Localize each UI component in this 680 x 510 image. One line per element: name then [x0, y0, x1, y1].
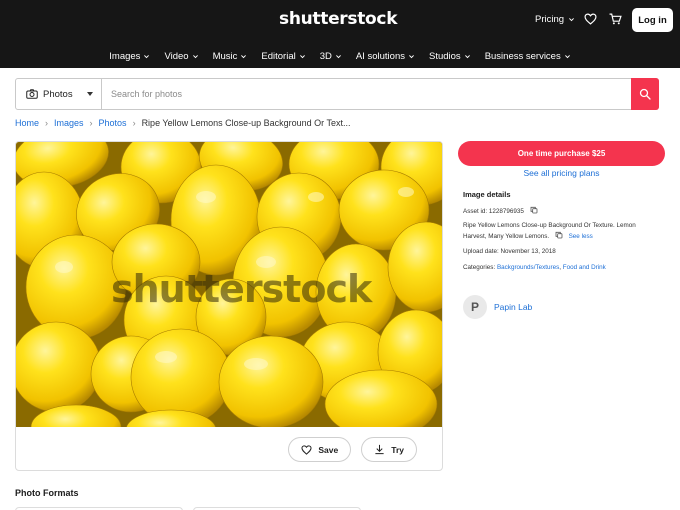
image-actions: Save Try	[288, 437, 417, 462]
author-name[interactable]: Papin Lab	[494, 302, 532, 312]
description-line: Harvest, Many Yellow Lemons.	[463, 233, 550, 240]
category-link[interactable]: Food and Drink	[563, 264, 606, 271]
nav-label: Music	[212, 50, 238, 62]
camera-icon	[26, 89, 38, 99]
nav-label: Images	[109, 50, 141, 62]
search-button[interactable]	[631, 78, 659, 110]
download-icon	[375, 444, 384, 455]
nav-studios[interactable]: Studios	[422, 47, 478, 65]
top-bar: shutterstock Pricing Log in Images Video…	[0, 0, 680, 68]
categories-label: Categories:	[463, 264, 496, 271]
search-input[interactable]	[102, 79, 631, 109]
pricing-menu[interactable]: Pricing	[535, 14, 575, 25]
chevron-down-icon	[464, 54, 470, 58]
category-link[interactable]: Backgrounds/Textures	[497, 264, 559, 271]
nav-business-services[interactable]: Business services	[478, 47, 578, 65]
login-button[interactable]: Log in	[632, 8, 673, 32]
chevron-down-icon	[335, 54, 341, 58]
nav-images[interactable]: Images	[102, 47, 157, 65]
pricing-label: Pricing	[535, 14, 565, 25]
watermark: shutterstock	[111, 267, 372, 311]
breadcrumb: Home › Images › Photos › Ripe Yellow Lem…	[15, 118, 351, 128]
heart-icon	[301, 444, 312, 455]
main-nav: Images Video Music Editorial 3D AI solut…	[0, 47, 680, 65]
search-bar: Photos	[15, 78, 659, 110]
copy-icon[interactable]	[555, 231, 563, 239]
author[interactable]: P Papin Lab	[463, 295, 532, 319]
chevron-right-icon: ›	[89, 118, 93, 128]
nav-3d[interactable]: 3D	[313, 47, 349, 65]
chevron-right-icon: ›	[132, 118, 136, 128]
search-type-dropdown[interactable]: Photos	[16, 79, 102, 109]
nav-label: Video	[164, 50, 189, 62]
pricing-plans-link[interactable]: See all pricing plans	[458, 168, 665, 178]
nav-editorial[interactable]: Editorial	[254, 47, 312, 65]
purchase-button[interactable]: One time purchase $25	[458, 141, 665, 166]
nav-label: Business services	[484, 50, 561, 62]
save-label: Save	[318, 444, 339, 455]
image-details-title: Image details	[463, 190, 511, 199]
image-description: Ripe Yellow Lemons Close-up Background O…	[463, 220, 663, 242]
see-less-link[interactable]: See less	[569, 233, 593, 240]
chevron-down-icon	[569, 18, 574, 22]
chevron-down-icon	[192, 54, 198, 58]
nav-label: AI solutions	[355, 50, 405, 62]
chevron-down-icon	[564, 54, 570, 58]
nav-label: Studios	[429, 50, 461, 62]
chevron-down-icon	[409, 54, 414, 58]
search-icon	[639, 88, 651, 100]
nav-music[interactable]: Music	[206, 47, 255, 65]
search-type-label: Photos	[43, 88, 73, 100]
chevron-down-icon	[299, 54, 305, 58]
caret-down-icon	[87, 92, 93, 96]
chevron-down-icon	[241, 54, 247, 58]
chevron-right-icon: ›	[45, 118, 49, 128]
cart-icon[interactable]	[608, 12, 622, 26]
breadcrumb-images[interactable]: Images	[54, 118, 84, 128]
avatar: P	[463, 295, 487, 319]
save-button[interactable]: Save	[288, 437, 352, 462]
categories: Categories: Backgrounds/Textures, Food a…	[463, 264, 606, 271]
description-line: Ripe Yellow Lemons Close-up Background O…	[463, 222, 636, 229]
nav-ai-solutions[interactable]: AI solutions	[349, 47, 422, 65]
try-button[interactable]: Try	[361, 437, 417, 462]
heart-icon[interactable]	[583, 12, 597, 26]
breadcrumb-photos[interactable]: Photos	[99, 118, 127, 128]
lemons-photo[interactable]: shutterstock	[16, 142, 442, 427]
copy-icon[interactable]	[530, 206, 538, 214]
breadcrumb-current: Ripe Yellow Lemons Close-up Background O…	[141, 118, 351, 128]
photo-formats-title: Photo Formats	[15, 488, 79, 498]
try-label: Try	[391, 444, 404, 455]
breadcrumb-home[interactable]: Home	[15, 118, 39, 128]
chevron-down-icon	[144, 54, 150, 58]
nav-label: Editorial	[261, 50, 296, 62]
nav-label: 3D	[319, 50, 332, 62]
asset-id: Asset id: 1228796935	[463, 206, 538, 217]
upload-date: Upload date: November 13, 2018	[463, 248, 556, 255]
asset-id-text: Asset id: 1228796935	[463, 208, 524, 215]
image-preview-card: shutterstock Save Try	[15, 141, 443, 471]
shutterstock-logo[interactable]: shutterstock	[279, 9, 398, 29]
nav-video[interactable]: Video	[157, 47, 205, 65]
